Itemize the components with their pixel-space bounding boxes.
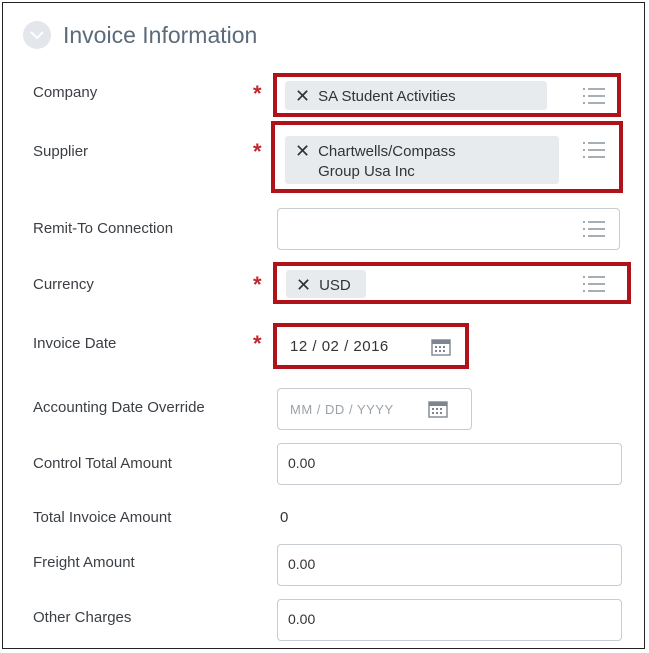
required-marker: *: [253, 81, 262, 106]
date-year[interactable]: YYYY: [357, 402, 394, 417]
control-total-label: Control Total Amount: [33, 455, 172, 472]
total-invoice-value: 0: [280, 509, 289, 526]
supplier-row: Supplier * ✕ Chartwells/Compass Group Us…: [3, 121, 643, 197]
total-invoice-row: Total Invoice Amount 0: [3, 507, 643, 537]
accounting-date-placeholder: MM / DD / YYYY: [290, 402, 394, 417]
section-header[interactable]: Invoice Information: [23, 17, 257, 53]
other-charges-label: Other Charges: [33, 609, 132, 626]
freight-input[interactable]: 0.00: [277, 544, 622, 586]
required-marker: *: [253, 331, 262, 356]
remove-icon[interactable]: ✕: [295, 87, 310, 105]
freight-value: 0.00: [288, 556, 316, 572]
list-icon[interactable]: [583, 87, 605, 105]
remit-to-input[interactable]: [277, 208, 620, 250]
remit-to-label: Remit-To Connection: [33, 220, 174, 237]
date-separator: /: [344, 338, 349, 355]
remit-to-row: Remit-To Connection: [3, 208, 643, 254]
currency-selected-pill[interactable]: ✕ USD: [286, 270, 366, 298]
calendar-icon[interactable]: [431, 338, 451, 356]
accounting-date-input[interactable]: MM / DD / YYYY: [277, 388, 472, 430]
supplier-value: Chartwells/Compass Group Usa Inc: [318, 142, 456, 182]
freight-row: Freight Amount 0.00: [3, 544, 643, 590]
date-day[interactable]: 02: [322, 338, 340, 355]
list-icon[interactable]: [583, 141, 605, 159]
invoice-date-label: Invoice Date: [33, 335, 117, 352]
date-separator: /: [316, 402, 321, 417]
control-total-value: 0.00: [288, 455, 316, 471]
date-year[interactable]: 2016: [353, 338, 388, 355]
other-charges-value: 0.00: [288, 611, 316, 627]
chevron-down-icon[interactable]: [23, 21, 51, 49]
currency-label: Currency: [33, 276, 94, 293]
control-total-input[interactable]: 0.00: [277, 443, 622, 485]
accounting-date-row: Accounting Date Override MM / DD / YYYY: [3, 388, 643, 434]
other-charges-input[interactable]: 0.00: [277, 599, 622, 641]
date-month[interactable]: 12: [290, 338, 308, 355]
invoice-date-row: Invoice Date * 12 / 02 / 2016: [3, 323, 643, 373]
list-icon[interactable]: [583, 220, 605, 238]
calendar-icon[interactable]: [428, 400, 448, 418]
currency-row: Currency * ✕ USD: [3, 262, 643, 308]
remove-icon[interactable]: ✕: [296, 276, 311, 294]
accounting-date-label: Accounting Date Override: [33, 399, 205, 416]
supplier-value-line1: Chartwells/Compass: [318, 143, 456, 160]
total-invoice-label: Total Invoice Amount: [33, 509, 172, 526]
date-day[interactable]: DD: [325, 402, 345, 417]
company-selected-pill[interactable]: ✕ SA Student Activities: [285, 81, 547, 110]
currency-value: USD: [319, 277, 351, 294]
company-label: Company: [33, 84, 98, 101]
supplier-selected-pill[interactable]: ✕ Chartwells/Compass Group Usa Inc: [285, 136, 559, 184]
company-value: SA Student Activities: [318, 88, 456, 105]
freight-label: Freight Amount: [33, 554, 135, 571]
required-marker: *: [253, 139, 262, 164]
invoice-information-panel: Invoice Information Company * ✕ SA Stude…: [2, 2, 645, 649]
control-total-row: Control Total Amount 0.00: [3, 443, 643, 489]
date-separator: /: [312, 338, 318, 355]
company-row: Company * ✕ SA Student Activities: [3, 73, 643, 123]
date-month[interactable]: MM: [290, 402, 313, 417]
remove-icon[interactable]: ✕: [295, 142, 310, 160]
date-separator: /: [348, 402, 354, 417]
section-title: Invoice Information: [63, 21, 258, 48]
invoice-date-input[interactable]: 12 / 02 / 2016: [280, 329, 463, 363]
invoice-date-value: 12 / 02 / 2016: [290, 338, 389, 355]
required-marker: *: [253, 272, 262, 297]
other-charges-row: Other Charges 0.00: [3, 599, 643, 645]
list-icon[interactable]: [583, 275, 605, 293]
supplier-label: Supplier: [33, 143, 89, 160]
supplier-value-line2: Group Usa Inc: [318, 163, 415, 180]
